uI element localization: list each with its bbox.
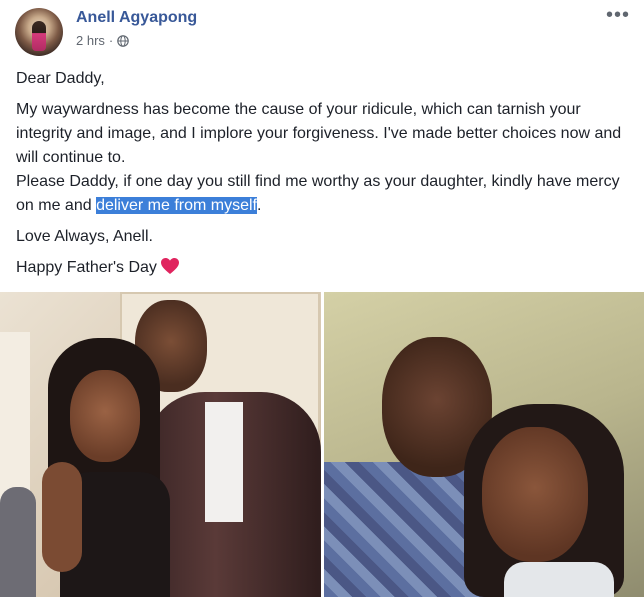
avatar-figure: [32, 21, 46, 51]
selected-text[interactable]: deliver me from myself: [96, 197, 257, 214]
paragraph-1-text: My waywardness has become the cause of y…: [16, 101, 622, 166]
photo-grid: [0, 292, 644, 597]
woman-face: [70, 370, 140, 462]
author-name[interactable]: Anell Agyapong: [76, 9, 197, 27]
man-shirt: [205, 402, 243, 522]
message-paragraph-1: My waywardness has become the cause of y…: [16, 98, 636, 218]
more-options-icon[interactable]: •••: [606, 4, 630, 27]
closing-line: Happy Father's Day: [16, 256, 636, 280]
photo-father-daughter-closeup[interactable]: [324, 292, 644, 597]
signoff: Love Always, Anell.: [16, 228, 153, 245]
timestamp[interactable]: 2 hrs: [76, 33, 105, 48]
post-meta: 2 hrs ·: [76, 33, 130, 48]
post-header: Anell Agyapong 2 hrs · •••: [0, 0, 644, 62]
meta-separator: ·: [108, 33, 114, 48]
post-message: Dear Daddy, My waywardness has become th…: [16, 67, 636, 287]
background-guest: [0, 487, 36, 597]
photo-father-daughter-formal[interactable]: [0, 292, 321, 597]
woman-face: [482, 427, 588, 562]
woman-shoulders: [42, 462, 82, 572]
closing-text: Happy Father's Day: [16, 259, 157, 276]
author-avatar[interactable]: [15, 8, 63, 56]
globe-icon[interactable]: [117, 34, 130, 47]
greeting: Dear Daddy,: [16, 70, 105, 87]
red-heart-icon: [160, 258, 179, 274]
woman-top: [504, 562, 614, 597]
paragraph-2-end: .: [256, 197, 262, 214]
